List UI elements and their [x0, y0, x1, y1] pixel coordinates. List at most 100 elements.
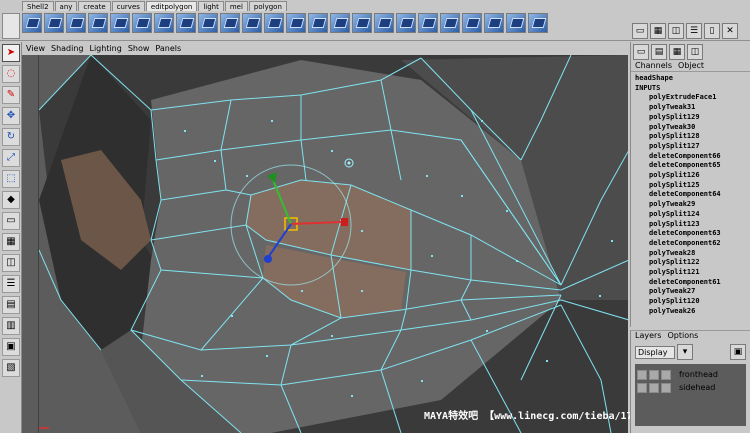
poly-tool-icon[interactable] [418, 13, 438, 33]
layout-four-pane-icon[interactable]: ▦ [2, 233, 20, 251]
layout-custom-icon[interactable]: ▧ [2, 359, 20, 377]
input-node[interactable]: polySplit124 [635, 210, 750, 220]
poly-tool-icon[interactable] [286, 13, 306, 33]
poly-tool-icon[interactable] [242, 13, 262, 33]
poly-tool-icon[interactable] [506, 13, 526, 33]
input-node[interactable]: deleteComponent62 [635, 239, 750, 249]
channel-box-attr-icon[interactable]: ◫ [687, 44, 703, 60]
poly-tool-icon[interactable] [374, 13, 394, 33]
layer-row[interactable]: fronthead [635, 368, 746, 381]
input-node[interactable]: polyTweak26 [635, 307, 750, 317]
poly-tool-icon[interactable] [220, 13, 240, 33]
input-node[interactable]: deleteComponent61 [635, 278, 750, 288]
layout-hypershade-icon[interactable]: ▥ [2, 317, 20, 335]
shelf-tab-shell2[interactable]: Shell2 [22, 1, 54, 11]
display-type-toggle[interactable] [649, 382, 659, 393]
poly-tool-icon[interactable] [88, 13, 108, 33]
input-node[interactable]: polyTweak27 [635, 287, 750, 297]
menu-panels[interactable]: Panels [155, 44, 181, 53]
layout-graph-icon[interactable]: ▤ [2, 296, 20, 314]
layout-single-pane-icon[interactable]: ▭ [2, 212, 20, 230]
shelf-tab-polygon[interactable]: polygon [248, 1, 287, 11]
viewport-3d[interactable] [38, 55, 628, 433]
input-node[interactable]: deleteComponent66 [635, 152, 750, 162]
input-node[interactable]: polySplit120 [635, 297, 750, 307]
poly-tool-icon[interactable] [352, 13, 372, 33]
shelf-tab-create[interactable]: create [78, 1, 111, 11]
input-node[interactable]: polySplit125 [635, 181, 750, 191]
poly-tool-icon[interactable] [462, 13, 482, 33]
visibility-toggle[interactable] [637, 369, 647, 380]
menu-show[interactable]: Show [128, 44, 150, 53]
input-node[interactable]: polyExtrudeFace1 [635, 93, 750, 103]
channel-box-layout-icon[interactable]: ▤ [651, 44, 667, 60]
poly-tool-icon[interactable] [396, 13, 416, 33]
poly-tool-icon[interactable] [264, 13, 284, 33]
layer-color-swatch[interactable] [661, 369, 671, 380]
poly-tool-icon[interactable] [132, 13, 152, 33]
layout-split-icon[interactable]: ◫ [668, 23, 684, 39]
input-node[interactable]: polySplit122 [635, 258, 750, 268]
menu-object[interactable]: Object [678, 61, 704, 71]
new-layer-icon[interactable]: ▣ [730, 344, 746, 360]
layout-render-icon[interactable]: ▣ [2, 338, 20, 356]
menu-channels[interactable]: Channels [635, 61, 672, 71]
layout-outliner-icon[interactable]: ☰ [2, 275, 20, 293]
layout-list-icon[interactable]: ☰ [686, 23, 702, 39]
lasso-tool-icon[interactable]: ◌ [2, 65, 20, 83]
input-node[interactable]: polySplit127 [635, 142, 750, 152]
menu-view[interactable]: View [26, 44, 45, 53]
layer-color-swatch[interactable] [661, 382, 671, 393]
poly-tool-icon[interactable] [176, 13, 196, 33]
poly-tool-icon[interactable] [22, 13, 42, 33]
select-tool-icon[interactable]: ➤ [2, 44, 20, 62]
input-node[interactable]: polyTweak31 [635, 103, 750, 113]
poly-tool-icon[interactable] [330, 13, 350, 33]
input-node[interactable]: deleteComponent63 [635, 229, 750, 239]
layer-display-select[interactable]: Display [635, 345, 675, 359]
poly-tool-icon[interactable] [110, 13, 130, 33]
input-node[interactable]: polySplit128 [635, 132, 750, 142]
mesh-wireframe[interactable] [39, 55, 628, 433]
input-node[interactable]: polySplit121 [635, 268, 750, 278]
poly-tool-icon[interactable] [44, 13, 64, 33]
input-node[interactable]: polySplit126 [635, 171, 750, 181]
input-node[interactable]: polyTweak29 [635, 200, 750, 210]
poly-tool-icon[interactable] [440, 13, 460, 33]
paint-select-icon[interactable]: ✎ [2, 86, 20, 104]
layer-name[interactable]: sidehead [679, 383, 715, 392]
manipulator-tool-icon[interactable]: ⬚ [2, 170, 20, 188]
poly-tool-icon[interactable] [66, 13, 86, 33]
input-node[interactable]: polySplit129 [635, 113, 750, 123]
layer-name[interactable]: fronthead [679, 370, 718, 379]
shelf-tab-any[interactable]: any [54, 1, 78, 11]
poly-tool-icon[interactable] [198, 13, 218, 33]
soft-mod-icon[interactable]: ◆ [2, 191, 20, 209]
input-node[interactable]: polySplit123 [635, 220, 750, 230]
input-node[interactable]: polyTweak28 [635, 249, 750, 259]
layer-row[interactable]: sidehead [635, 381, 746, 394]
layout-quad-icon[interactable]: ▦ [650, 23, 666, 39]
poly-tool-icon[interactable] [154, 13, 174, 33]
menu-shading[interactable]: Shading [51, 44, 84, 53]
shelf-tab-mel[interactable]: mel [224, 1, 248, 11]
scale-tool-icon[interactable]: ⤢ [2, 149, 20, 167]
move-tool-icon[interactable]: ✥ [2, 107, 20, 125]
layout-tall-icon[interactable]: ▯ [704, 23, 720, 39]
input-node[interactable]: deleteComponent64 [635, 190, 750, 200]
menu-lighting[interactable]: Lighting [89, 44, 121, 53]
layout-single-icon[interactable]: ▭ [632, 23, 648, 39]
rotate-tool-icon[interactable]: ↻ [2, 128, 20, 146]
shelf-tab-light[interactable]: light [198, 1, 224, 11]
shelf-tab-curves[interactable]: curves [111, 1, 145, 11]
shelf-menu-button[interactable] [2, 13, 20, 39]
shape-name[interactable]: headShape [635, 74, 750, 84]
input-node[interactable]: deleteComponent65 [635, 161, 750, 171]
poly-tool-icon[interactable] [484, 13, 504, 33]
visibility-toggle[interactable] [637, 382, 647, 393]
dropdown-arrow-icon[interactable]: ▾ [677, 344, 693, 360]
close-icon[interactable]: ✕ [722, 23, 738, 39]
channel-box-settings-icon[interactable]: ▦ [669, 44, 685, 60]
shelf-tab-editpolygon[interactable]: editpolygon [145, 1, 198, 11]
layout-two-pane-icon[interactable]: ◫ [2, 254, 20, 272]
